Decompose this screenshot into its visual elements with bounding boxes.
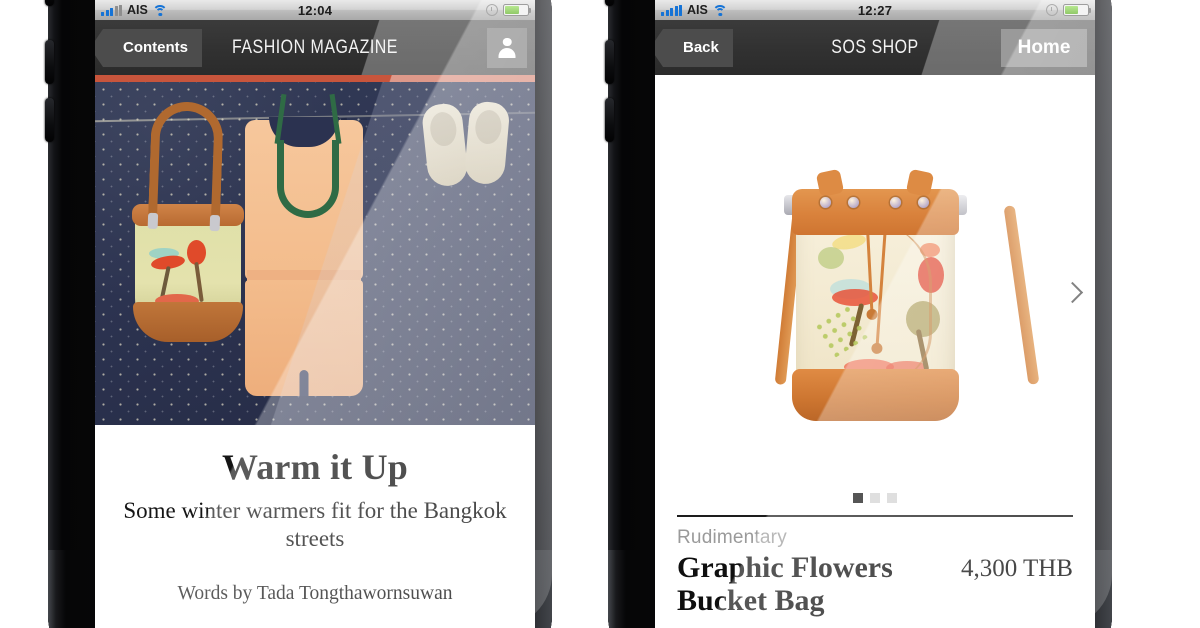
alarm-clock-icon	[486, 4, 498, 16]
pager-dot-3[interactable]	[887, 493, 897, 503]
right-nav-bar: Back SOS SHOP Home	[655, 20, 1095, 75]
screenshot-stage: AIS 12:04 Contents FASHION MAGAZINE Warm…	[0, 0, 1200, 628]
product-name: Graphic Flowers Bucket Bag	[677, 551, 893, 617]
right-status-right	[1046, 4, 1092, 16]
product-image-stage[interactable]	[655, 75, 1095, 515]
user-avatar-icon[interactable]	[487, 27, 527, 68]
right-status-bar: AIS 12:27	[655, 0, 1095, 20]
status-clock: 12:04	[297, 2, 333, 18]
product-brand: Rudimentary	[677, 527, 787, 548]
right-phone-device: AIS 12:27 Back SOS SHOP Home Rudimentary…	[605, 0, 1112, 628]
pager-dot-2[interactable]	[870, 493, 880, 503]
volume-up-button-right[interactable]	[605, 40, 614, 84]
article-text-block: Warm it Up Some winter warmers fit for t…	[95, 425, 535, 605]
battery-icon	[1063, 4, 1092, 16]
left-phone-screen: AIS 12:04 Contents FASHION MAGAZINE Warm…	[95, 0, 535, 628]
image-pager[interactable]	[655, 493, 1095, 503]
volume-down-button[interactable]	[45, 98, 54, 142]
volume-up-button[interactable]	[45, 40, 54, 84]
left-phone-device: AIS 12:04 Contents FASHION MAGAZINE Warm…	[45, 0, 552, 628]
article-title: Warm it Up	[222, 447, 408, 487]
article-hero-image[interactable]	[95, 82, 535, 425]
shop-product-view: Rudimentary Graphic Flowers Bucket Bag 4…	[655, 75, 1095, 628]
status-clock: 12:27	[857, 2, 893, 18]
article-dek: Some winter warmers fit for the Bangkok …	[123, 497, 507, 551]
home-button[interactable]: Home	[1001, 28, 1087, 67]
volume-down-button-right[interactable]	[605, 98, 614, 142]
left-status-bar: AIS 12:04	[95, 0, 535, 20]
hero-bag-strap	[147, 100, 225, 222]
product-info: Rudimentary Graphic Flowers Bucket Bag 4…	[655, 517, 1095, 617]
back-button[interactable]: Back	[655, 28, 733, 67]
accent-rule	[95, 75, 535, 82]
battery-icon	[503, 4, 532, 16]
article-byline: Words by Tada Tongthawornsuwan	[177, 582, 453, 604]
avatar	[497, 38, 517, 58]
left-nav-bar: Contents FASHION MAGAZINE	[95, 20, 535, 75]
left-status-right	[486, 4, 532, 16]
right-phone-screen: AIS 12:27 Back SOS SHOP Home Rudimentary…	[655, 0, 1095, 628]
contents-button[interactable]: Contents	[95, 28, 202, 67]
product-price: 4,300 THB	[960, 555, 1073, 582]
product-bucket-bag-image	[768, 161, 1039, 429]
product-name-price-row: Graphic Flowers Bucket Bag 4,300 THB	[677, 551, 1073, 617]
chevron-right-icon[interactable]	[1061, 281, 1084, 305]
pager-dot-1[interactable]	[853, 493, 863, 503]
alarm-clock-icon	[1046, 4, 1058, 16]
hero-necklace	[274, 93, 342, 218]
